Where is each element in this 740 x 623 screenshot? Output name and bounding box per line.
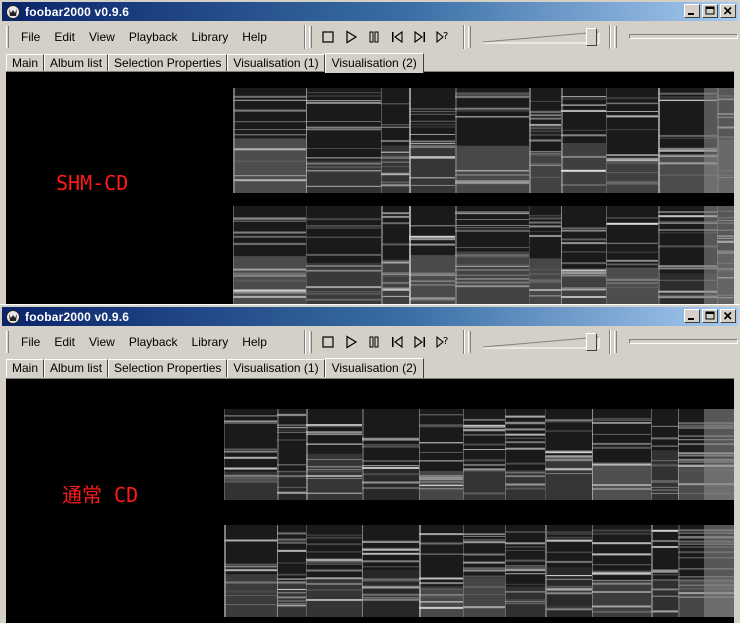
- volume-slider[interactable]: [481, 25, 602, 49]
- svg-text:?: ?: [443, 336, 448, 347]
- tab-main[interactable]: Main: [6, 359, 45, 377]
- seek-bar-track[interactable]: [629, 34, 738, 39]
- volume-slider-thumb[interactable]: [585, 333, 597, 351]
- transport-controls: ?: [318, 332, 453, 352]
- svg-text:?: ?: [443, 31, 448, 42]
- volume-slider[interactable]: [481, 330, 602, 354]
- tab-visualisation-2[interactable]: Visualisation (2): [324, 53, 424, 73]
- minimize-button[interactable]: [684, 309, 700, 323]
- seekbar-grip[interactable]: [614, 331, 618, 353]
- close-button[interactable]: [720, 4, 736, 18]
- menu-help[interactable]: Help: [235, 332, 274, 352]
- window-title: foobar2000 v0.9.6: [25, 309, 130, 324]
- spectrogram-panel: 通常 CD: [6, 378, 734, 623]
- foobar-window-bottom: foobar2000 v0.9.6 File Edit View Playbac…: [0, 304, 740, 623]
- toolbar-separator: [462, 25, 465, 49]
- next-icon[interactable]: [410, 27, 430, 47]
- foobar-app-icon[interactable]: [5, 309, 21, 325]
- tab-visualisation-2[interactable]: Visualisation (2): [324, 358, 424, 378]
- tab-strip: Main Album list Selection Properties Vis…: [6, 358, 424, 378]
- minimize-button[interactable]: [684, 4, 700, 18]
- play-icon[interactable]: [341, 332, 361, 352]
- toolbar-separator: [609, 25, 612, 49]
- toolbar-separator: [303, 25, 306, 49]
- stop-icon[interactable]: [318, 332, 338, 352]
- menu-help[interactable]: Help: [235, 27, 274, 47]
- menu-library[interactable]: Library: [185, 332, 236, 352]
- spectrogram-image: [224, 409, 734, 617]
- toolbar-separator: [303, 330, 306, 354]
- tab-visualisation-1[interactable]: Visualisation (1): [227, 54, 325, 72]
- toolbar: File Edit View Playback Library Help ?: [2, 328, 738, 356]
- menu-grip[interactable]: [6, 331, 9, 353]
- foobar-app-icon[interactable]: [5, 4, 21, 20]
- close-button[interactable]: [720, 309, 736, 323]
- seek-bar[interactable]: [629, 25, 738, 49]
- spectrogram-panel: SHM-CD: [6, 71, 734, 304]
- menu-file[interactable]: File: [13, 332, 47, 352]
- toolbar: File Edit View Playback Library Help ?: [2, 23, 738, 51]
- menu-playback[interactable]: Playback: [122, 27, 185, 47]
- menu-bar: File Edit View Playback Library Help: [13, 25, 274, 49]
- random-icon[interactable]: ?: [433, 332, 453, 352]
- transport-controls: ?: [318, 27, 453, 47]
- seek-bar[interactable]: [629, 330, 738, 354]
- tab-strip: Main Album list Selection Properties Vis…: [6, 53, 424, 73]
- volume-grip[interactable]: [467, 331, 471, 353]
- maximize-button[interactable]: [702, 309, 718, 323]
- tab-main[interactable]: Main: [6, 54, 45, 72]
- pause-icon[interactable]: [364, 332, 384, 352]
- next-icon[interactable]: [410, 332, 430, 352]
- tab-visualisation-1[interactable]: Visualisation (1): [227, 359, 325, 377]
- menu-file[interactable]: File: [13, 27, 47, 47]
- menu-bar: File Edit View Playback Library Help: [13, 330, 274, 354]
- menu-edit[interactable]: Edit: [47, 27, 82, 47]
- tab-album-list[interactable]: Album list: [44, 359, 109, 377]
- random-icon[interactable]: ?: [433, 27, 453, 47]
- menu-library[interactable]: Library: [185, 27, 236, 47]
- transport-grip[interactable]: [308, 331, 312, 353]
- volume-grip[interactable]: [467, 26, 471, 48]
- seek-bar-track[interactable]: [629, 339, 738, 344]
- window-title: foobar2000 v0.9.6: [25, 4, 130, 19]
- menu-view[interactable]: View: [82, 27, 122, 47]
- title-bar[interactable]: foobar2000 v0.9.6: [2, 2, 738, 21]
- menu-grip[interactable]: [6, 26, 9, 48]
- title-bar[interactable]: foobar2000 v0.9.6: [2, 307, 738, 326]
- tab-selection-properties[interactable]: Selection Properties: [108, 359, 228, 377]
- tab-album-list[interactable]: Album list: [44, 54, 109, 72]
- transport-grip[interactable]: [308, 26, 312, 48]
- toolbar-separator: [462, 330, 465, 354]
- toolbar-separator: [609, 330, 612, 354]
- stop-icon[interactable]: [318, 27, 338, 47]
- menu-view[interactable]: View: [82, 332, 122, 352]
- previous-icon[interactable]: [387, 332, 407, 352]
- play-icon[interactable]: [341, 27, 361, 47]
- menu-playback[interactable]: Playback: [122, 332, 185, 352]
- tab-selection-properties[interactable]: Selection Properties: [108, 54, 228, 72]
- foobar-window-top: foobar2000 v0.9.6 File Edit View Playbac…: [0, 0, 740, 304]
- maximize-button[interactable]: [702, 4, 718, 18]
- previous-icon[interactable]: [387, 27, 407, 47]
- menu-edit[interactable]: Edit: [47, 332, 82, 352]
- spectrogram-image: [233, 88, 734, 304]
- pause-icon[interactable]: [364, 27, 384, 47]
- seekbar-grip[interactable]: [614, 26, 618, 48]
- volume-slider-thumb[interactable]: [585, 28, 597, 46]
